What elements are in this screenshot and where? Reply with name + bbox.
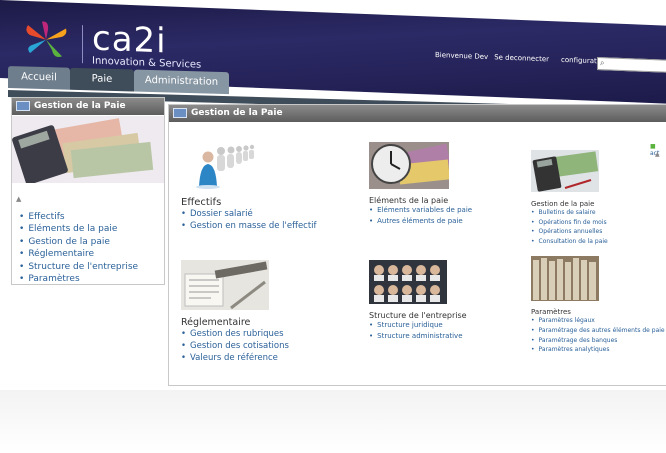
clock-money-icon xyxy=(369,142,451,189)
block-reglementaire: Réglementaire Gestion des rubriques Gest… xyxy=(181,260,289,364)
main-title: Gestion de la Paie xyxy=(191,108,283,118)
sidebar-title: Gestion de la Paie xyxy=(34,101,126,111)
block-title: Effectifs xyxy=(181,197,222,208)
sidebar-item-parametres[interactable]: Paramètres xyxy=(19,273,138,285)
block-title: Gestion de la paie xyxy=(531,200,595,208)
link-dossier-salarie[interactable]: Dossier salarié xyxy=(181,208,317,220)
link-parametres-legaux[interactable]: Paramètres légaux xyxy=(531,316,665,326)
arrow-icon: ▲ xyxy=(655,151,660,158)
people-icon xyxy=(196,144,255,189)
tab-accueil[interactable]: Accueil xyxy=(8,66,70,90)
sidebar-panel: Gestion de la Paie ▲ Effectifs Eléments … xyxy=(11,97,165,285)
link-gestion-cotisations[interactable]: Gestion des cotisations xyxy=(181,340,289,352)
link-valeurs-reference[interactable]: Valeurs de référence xyxy=(181,352,289,364)
block-effectifs: Effectifs Dossier salarié Gestion en mas… xyxy=(181,141,317,232)
block-links: Eléments variables de paie Autres élémen… xyxy=(369,205,472,227)
link-structure-administrative[interactable]: Structure administrative xyxy=(369,331,467,342)
link-gestion-masse[interactable]: Gestion en masse de l'effectif xyxy=(181,220,317,232)
link-structure-juridique[interactable]: Structure juridique xyxy=(369,320,467,331)
tab-paie[interactable]: Paie xyxy=(70,67,134,92)
sidebar-header: Gestion de la Paie xyxy=(12,98,164,115)
sidebar-item-elements[interactable]: Eléments de la paie xyxy=(19,223,138,235)
sidebar-menu: Effectifs Eléments de la paie Gestion de… xyxy=(19,211,138,285)
link-operations-fin-mois[interactable]: Opérations fin de mois xyxy=(531,218,608,228)
panel-icon xyxy=(16,100,30,111)
main-panel: Gestion de la Paie Effectifs Dossier sal… xyxy=(168,104,666,386)
reflection xyxy=(0,390,666,453)
sidebar-item-reglementaire[interactable]: Réglementaire xyxy=(19,248,138,260)
link-parametrage-banques[interactable]: Paramétrage des banques xyxy=(531,336,665,346)
link-bulletins[interactable]: Bulletins de salaire xyxy=(531,208,608,218)
document-ruler-icon xyxy=(181,260,269,310)
block-title: Structure de l'entreprise xyxy=(369,311,467,320)
binders-icon xyxy=(531,256,599,301)
link-operations-annuelles[interactable]: Opérations annuelles xyxy=(531,227,608,237)
brand-name: ca2i xyxy=(92,18,167,62)
team-photo-icon xyxy=(369,260,447,304)
link-parametres-analytiques[interactable]: Paramètres analytiques xyxy=(531,345,665,355)
block-title: Eléments de la paie xyxy=(369,196,449,205)
link-parametrage-autres[interactable]: Paramétrage des autres éléments de paie xyxy=(531,326,665,336)
pinwheel-logo-icon xyxy=(26,21,67,57)
sidebar-item-structure[interactable]: Structure de l'entreprise xyxy=(19,261,138,273)
block-title: Paramètres xyxy=(531,308,571,316)
block-links: Paramètres légaux Paramétrage des autres… xyxy=(531,316,665,355)
sidebar-item-effectifs[interactable]: Effectifs xyxy=(19,211,138,223)
block-structure: Structure de l'entreprise Structure juri… xyxy=(369,260,467,342)
sidebar-item-gestion[interactable]: Gestion de la paie xyxy=(19,236,138,248)
tab-administration[interactable]: Administration xyxy=(134,69,229,95)
link-gestion-rubriques[interactable]: Gestion des rubriques xyxy=(181,328,289,340)
app-window: ca2i Innovation & Services Bienvenue Dev… xyxy=(0,0,666,453)
main-header: Gestion de la Paie xyxy=(169,105,666,122)
block-links: Gestion des rubriques Gestion des cotisa… xyxy=(181,328,289,364)
link-elements-variables[interactable]: Eléments variables de paie xyxy=(369,205,472,216)
block-links: Structure juridique Structure administra… xyxy=(369,320,467,342)
link-autres-elements[interactable]: Autres éléments de paie xyxy=(369,216,472,227)
block-parametres: Paramètres Paramètres légaux Paramétrage… xyxy=(531,256,665,355)
logo-divider xyxy=(82,25,83,64)
block-links: Bulletins de salaire Opérations fin de m… xyxy=(531,208,608,247)
block-elements: Eléments de la paie Eléments variables d… xyxy=(369,142,472,227)
arrow-icon: ▲ xyxy=(16,195,22,203)
block-links: Dossier salarié Gestion en masse de l'ef… xyxy=(181,208,317,232)
link-consultation[interactable]: Consultation de la paie xyxy=(531,237,608,247)
search-icon[interactable]: ⌕ xyxy=(600,58,604,68)
calculator-icon xyxy=(531,150,599,192)
block-gestion: Gestion de la paie Bulletins de salaire … xyxy=(531,150,608,247)
calculator-money-image xyxy=(12,116,164,183)
block-title: Réglementaire xyxy=(181,317,251,328)
panel-icon xyxy=(173,107,187,118)
